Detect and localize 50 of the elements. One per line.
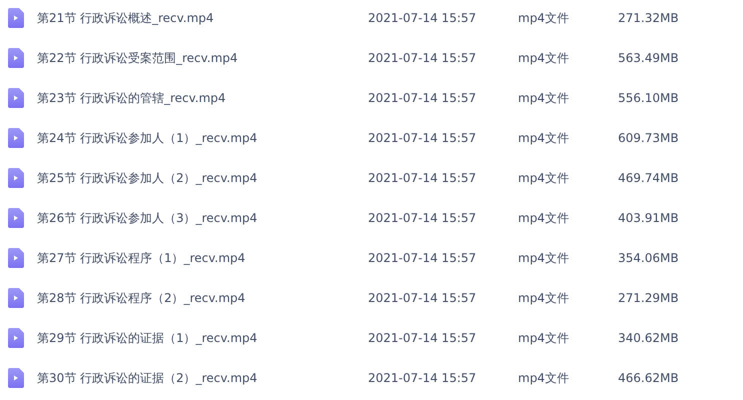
modified-date: 2021-07-14 15:57 xyxy=(368,11,478,25)
modified-date: 2021-07-14 15:57 xyxy=(368,51,478,65)
file-name[interactable]: 第21节 行政诉讼概述_recv.mp4 xyxy=(37,10,368,26)
file-name[interactable]: 第27节 行政诉讼程序（1）_recv.mp4 xyxy=(37,250,368,266)
file-size: 556.10MB xyxy=(618,91,679,105)
video-file-icon xyxy=(8,208,24,228)
file-size: 271.32MB xyxy=(618,11,679,25)
file-name[interactable]: 第25节 行政诉讼参加人（2）_recv.mp4 xyxy=(37,170,368,186)
file-name[interactable]: 第29节 行政诉讼的证据（1）_recv.mp4 xyxy=(37,330,368,346)
modified-date: 2021-07-14 15:57 xyxy=(368,331,478,345)
file-name[interactable]: 第26节 行政诉讼参加人（3）_recv.mp4 xyxy=(37,210,368,226)
file-size: 271.29MB xyxy=(618,291,679,305)
modified-date: 2021-07-14 15:57 xyxy=(368,171,478,185)
file-type: mp4文件 xyxy=(518,10,570,26)
modified-date: 2021-07-14 15:57 xyxy=(368,251,478,265)
video-file-icon xyxy=(8,88,24,108)
file-name[interactable]: 第30节 行政诉讼的证据（2）_recv.mp4 xyxy=(37,370,368,386)
file-type: mp4文件 xyxy=(518,210,570,226)
file-type: mp4文件 xyxy=(518,370,570,386)
file-size: 469.74MB xyxy=(618,171,679,185)
file-type: mp4文件 xyxy=(518,90,570,106)
file-size: 340.62MB xyxy=(618,331,679,345)
file-size: 403.91MB xyxy=(618,211,679,225)
video-file-icon xyxy=(8,248,24,268)
video-file-icon xyxy=(8,288,24,308)
file-name[interactable]: 第24节 行政诉讼参加人（1）_recv.mp4 xyxy=(37,130,368,146)
file-size: 609.73MB xyxy=(618,131,679,145)
video-file-icon xyxy=(8,8,24,28)
modified-date: 2021-07-14 15:57 xyxy=(368,371,478,385)
file-size: 466.62MB xyxy=(618,371,679,385)
video-file-icon xyxy=(8,368,24,388)
file-type: mp4文件 xyxy=(518,290,570,306)
video-file-icon xyxy=(8,128,24,148)
file-name[interactable]: 第22节 行政诉讼受案范围_recv.mp4 xyxy=(37,50,368,66)
modified-date: 2021-07-14 15:57 xyxy=(368,131,478,145)
video-file-icon xyxy=(8,168,24,188)
file-name[interactable]: 第28节 行政诉讼程序（2）_recv.mp4 xyxy=(37,290,368,306)
file-type: mp4文件 xyxy=(518,330,570,346)
file-type: mp4文件 xyxy=(518,170,570,186)
file-size: 354.06MB xyxy=(618,251,679,265)
file-name[interactable]: 第23节 行政诉讼的管辖_recv.mp4 xyxy=(37,90,368,106)
modified-date: 2021-07-14 15:57 xyxy=(368,211,478,225)
file-size: 563.49MB xyxy=(618,51,679,65)
modified-date: 2021-07-14 15:57 xyxy=(368,291,478,305)
file-type: mp4文件 xyxy=(518,250,570,266)
video-file-icon xyxy=(8,48,24,68)
modified-date: 2021-07-14 15:57 xyxy=(368,91,478,105)
file-type: mp4文件 xyxy=(518,50,570,66)
file-type: mp4文件 xyxy=(518,130,570,146)
video-file-icon xyxy=(8,328,24,348)
